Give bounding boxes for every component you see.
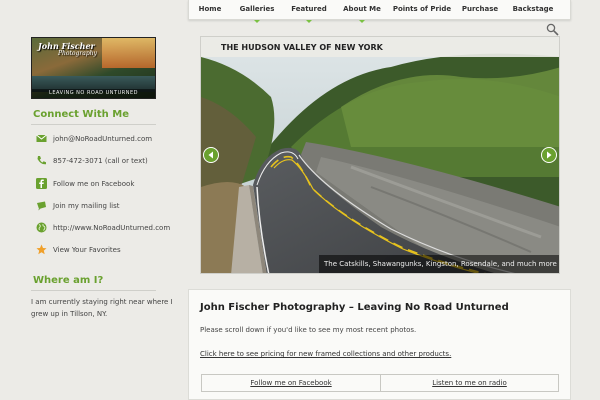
- nav-backstage-label: Backstage: [512, 4, 554, 13]
- content-title: John Fischer Photography – Leaving No Ro…: [200, 302, 509, 313]
- contact-favorites-label: View Your Favorites: [53, 245, 121, 254]
- contact-facebook[interactable]: Follow me on Facebook: [36, 178, 134, 189]
- logo-tagline: LEAVING NO ROAD UNTURNED: [32, 89, 155, 98]
- contact-mailing-list-label: Join my mailing list: [53, 201, 120, 210]
- nav-featured[interactable]: Featured: [283, 0, 335, 23]
- content-intro: Please scroll down if you'd like to see …: [200, 326, 417, 334]
- arrow-left-icon: [208, 151, 213, 159]
- mailing-list-icon: [37, 201, 46, 211]
- logo-sky: [102, 38, 155, 68]
- where-heading: Where am I?: [33, 275, 104, 286]
- slide-title: THE HUDSON VALLEY OF NEW YORK: [221, 43, 383, 52]
- dropdown-caret-icon: [254, 19, 260, 23]
- top-navigation: Home Galleries Featured About Me Points …: [188, 0, 571, 23]
- contact-favorites[interactable]: View Your Favorites: [36, 244, 121, 255]
- nav-points-of-pride[interactable]: Points of Pride: [389, 0, 455, 20]
- logo-subtitle: Photography: [58, 50, 97, 57]
- slide-title-bar: THE HUDSON VALLEY OF NEW YORK: [201, 37, 559, 57]
- contact-phone-label: 857-472-3071 (call or text): [53, 156, 148, 165]
- radio-link[interactable]: Listen to me on radio: [380, 375, 558, 391]
- connect-heading: Connect With Me: [33, 109, 129, 120]
- contact-email-label: john@NoRoadUnturned.com: [53, 134, 153, 143]
- arrow-right-icon: [547, 151, 552, 159]
- search-icon[interactable]: [546, 23, 559, 36]
- nav-about-me-label: About Me: [343, 4, 381, 13]
- where-text: I am currently staying right near where …: [31, 298, 173, 318]
- dropdown-caret-icon: [306, 19, 312, 23]
- slide-image: [201, 37, 559, 273]
- nav-galleries[interactable]: Galleries: [231, 0, 283, 23]
- email-icon: [36, 134, 47, 142]
- nav-purchase-label: Purchase: [461, 4, 499, 13]
- divider: [31, 290, 156, 291]
- contact-facebook-label: Follow me on Facebook: [53, 179, 135, 188]
- contact-mailing-list[interactable]: Join my mailing list: [36, 200, 119, 211]
- phone-icon: [37, 156, 46, 165]
- nav-purchase[interactable]: Purchase: [455, 0, 505, 20]
- nav-backstage[interactable]: Backstage: [505, 0, 561, 20]
- nav-home[interactable]: Home: [189, 0, 231, 20]
- dropdown-caret-icon: [359, 19, 365, 23]
- contact-website[interactable]: http://www.NoRoadUnturned.com: [36, 222, 170, 233]
- slide-caption: The Catskills, Shawangunks, Kingston, Ro…: [319, 255, 559, 273]
- facebook-icon: [36, 178, 47, 189]
- nav-featured-label: Featured: [291, 4, 327, 13]
- slider-next-button[interactable]: [541, 147, 557, 163]
- nav-home-label: Home: [198, 4, 222, 13]
- nav-about-me[interactable]: About Me: [335, 0, 389, 23]
- links-table: Follow me on Facebook Listen to me on ra…: [201, 374, 559, 392]
- nav-galleries-label: Galleries: [239, 4, 275, 13]
- contact-website-label: http://www.NoRoadUnturned.com: [53, 223, 171, 232]
- slider-prev-button[interactable]: [203, 147, 219, 163]
- divider: [31, 124, 156, 125]
- main-content: John Fischer Photography – Leaving No Ro…: [188, 289, 571, 400]
- contact-email[interactable]: john@NoRoadUnturned.com: [36, 133, 152, 144]
- featured-slider[interactable]: THE HUDSON VALLEY OF NEW YORK The Catski…: [200, 36, 560, 274]
- pricing-link[interactable]: Click here to see pricing for new framed…: [200, 350, 451, 358]
- star-icon: [36, 244, 47, 255]
- contact-phone[interactable]: 857-472-3071 (call or text): [36, 155, 148, 166]
- globe-icon: [36, 222, 47, 233]
- facebook-link[interactable]: Follow me on Facebook: [202, 375, 380, 391]
- nav-points-of-pride-label: Points of Pride: [392, 4, 452, 13]
- site-logo[interactable]: John Fischer Photography LEAVING NO ROAD…: [31, 37, 156, 99]
